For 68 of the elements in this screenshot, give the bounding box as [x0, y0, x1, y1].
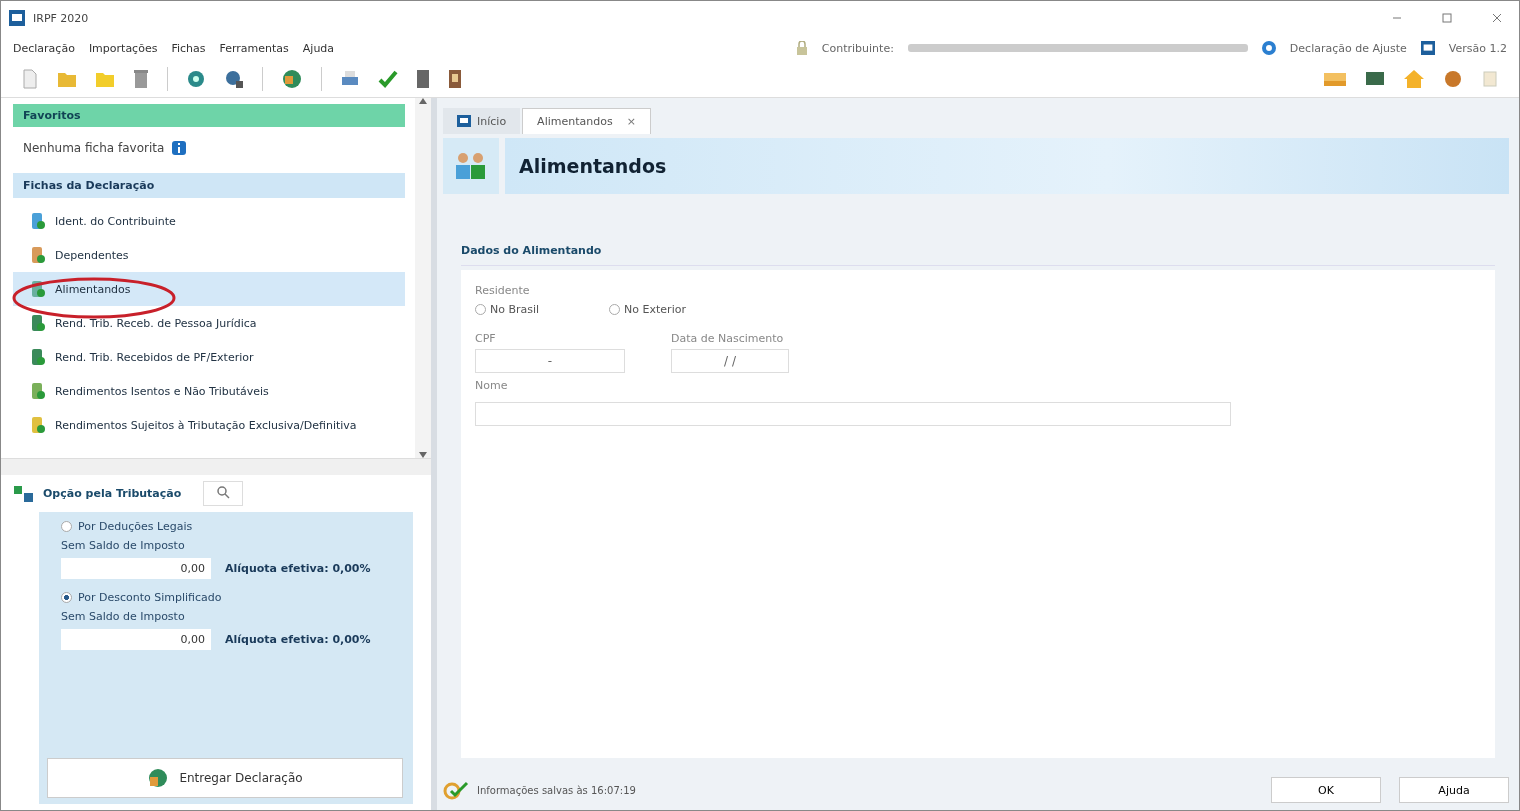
saved-check-icon: [443, 780, 469, 800]
empty-favorites-text: Nenhuma ficha favorita: [23, 141, 165, 155]
vertical-scrollbar[interactable]: [415, 98, 431, 458]
field-label: CPF: [475, 332, 497, 345]
option-radio[interactable]: [61, 592, 72, 603]
date-field[interactable]: / /: [671, 349, 789, 373]
saldo-label: Sem Saldo de Imposto: [61, 610, 186, 623]
home-icon[interactable]: [1403, 69, 1425, 89]
opcao-title: Opção pela Tributação: [43, 487, 182, 500]
field-label: Data de Nascimento: [671, 332, 785, 345]
ficha-item[interactable]: Rendimentos Isentos e Não Tributáveis: [13, 374, 405, 408]
menu-item[interactable]: Ajuda: [302, 41, 335, 55]
lock-icon: [795, 41, 808, 55]
version-label: Versão 1.2: [1448, 41, 1507, 55]
entregar-button[interactable]: Entregar Declaração: [47, 758, 403, 798]
field-label: Residente: [475, 284, 531, 297]
tab-close-button[interactable]: ×: [626, 115, 636, 128]
name-field[interactable]: [475, 402, 1231, 426]
residence-radio[interactable]: No Exterior: [609, 303, 686, 316]
app-icon: [9, 10, 25, 26]
search-icon: [216, 485, 231, 499]
option-radio[interactable]: [61, 521, 72, 532]
option-label[interactable]: Por Deduções Legais: [78, 520, 193, 533]
horizontal-scrollbar[interactable]: [1, 458, 431, 475]
aliquota-text: Alíquota efetiva: 0,00%: [225, 633, 371, 646]
screen-icon[interactable]: [1365, 70, 1385, 88]
menu-item[interactable]: Importações: [88, 41, 158, 55]
favorites-header[interactable]: Favoritos: [13, 104, 405, 127]
value-field: 0,00: [61, 558, 211, 579]
ficha-item[interactable]: Rend. Trib. Recebidos de PF/Exterior: [13, 340, 405, 374]
contribuinte-label: Contribuinte:: [821, 41, 894, 55]
search-button[interactable]: [203, 481, 244, 506]
option-label[interactable]: Por Desconto Simplificado: [78, 591, 222, 604]
page-header: Alimentandos: [505, 138, 1509, 194]
ficha-item[interactable]: Dependentes: [13, 238, 405, 272]
close-icon[interactable]: [1491, 12, 1503, 24]
folder-icon[interactable]: [57, 70, 77, 88]
fichas-header[interactable]: Fichas da Declaração: [13, 173, 405, 198]
info-icon: [172, 141, 187, 155]
info-icon: [1261, 41, 1276, 55]
menu-item[interactable]: Fichas: [171, 41, 206, 55]
tab[interactable]: Início: [443, 108, 521, 134]
ficha-item[interactable]: Ident. do Contribuinte: [13, 204, 405, 238]
ficha-item[interactable]: Rendimentos Sujeitos à Tributação Exclusiva/Definitiva: [13, 408, 405, 442]
value-field: 0,00: [61, 629, 211, 650]
check-icon[interactable]: [378, 69, 398, 89]
status-text: Informações salvas às 16:07:19: [477, 784, 636, 796]
residence-radio[interactable]: No Brasil: [475, 303, 540, 316]
people-icon: [443, 138, 499, 194]
section-title: Dados do Alimentando: [461, 244, 1495, 266]
aliquota-text: Alíquota efetiva: 0,00%: [225, 562, 371, 575]
window-title: IRPF 2020: [33, 11, 89, 25]
cpf-field[interactable]: -: [475, 349, 625, 373]
trash-icon[interactable]: [133, 69, 149, 89]
ficha-item[interactable]: Alimentandos: [13, 272, 405, 306]
dialog-button[interactable]: Ajuda: [1399, 777, 1509, 803]
tab[interactable]: Alimentandos ×: [522, 108, 651, 134]
app-icon: [457, 115, 471, 127]
declaration-type: Declaração de Ajuste: [1289, 41, 1407, 55]
menu-item[interactable]: Declaração: [13, 41, 75, 55]
maximize-icon[interactable]: [1441, 12, 1453, 24]
scroll-up-icon[interactable]: [419, 98, 427, 104]
ficha-item[interactable]: Rend. Trib. Receb. de Pessoa Jurídica: [13, 306, 405, 340]
dialog-button[interactable]: OK: [1271, 777, 1381, 803]
app-icon: [1420, 41, 1435, 55]
saldo-label: Sem Saldo de Imposto: [61, 539, 186, 552]
field-label: Nome: [475, 379, 509, 392]
menu-item[interactable]: Ferramentas: [219, 41, 289, 55]
